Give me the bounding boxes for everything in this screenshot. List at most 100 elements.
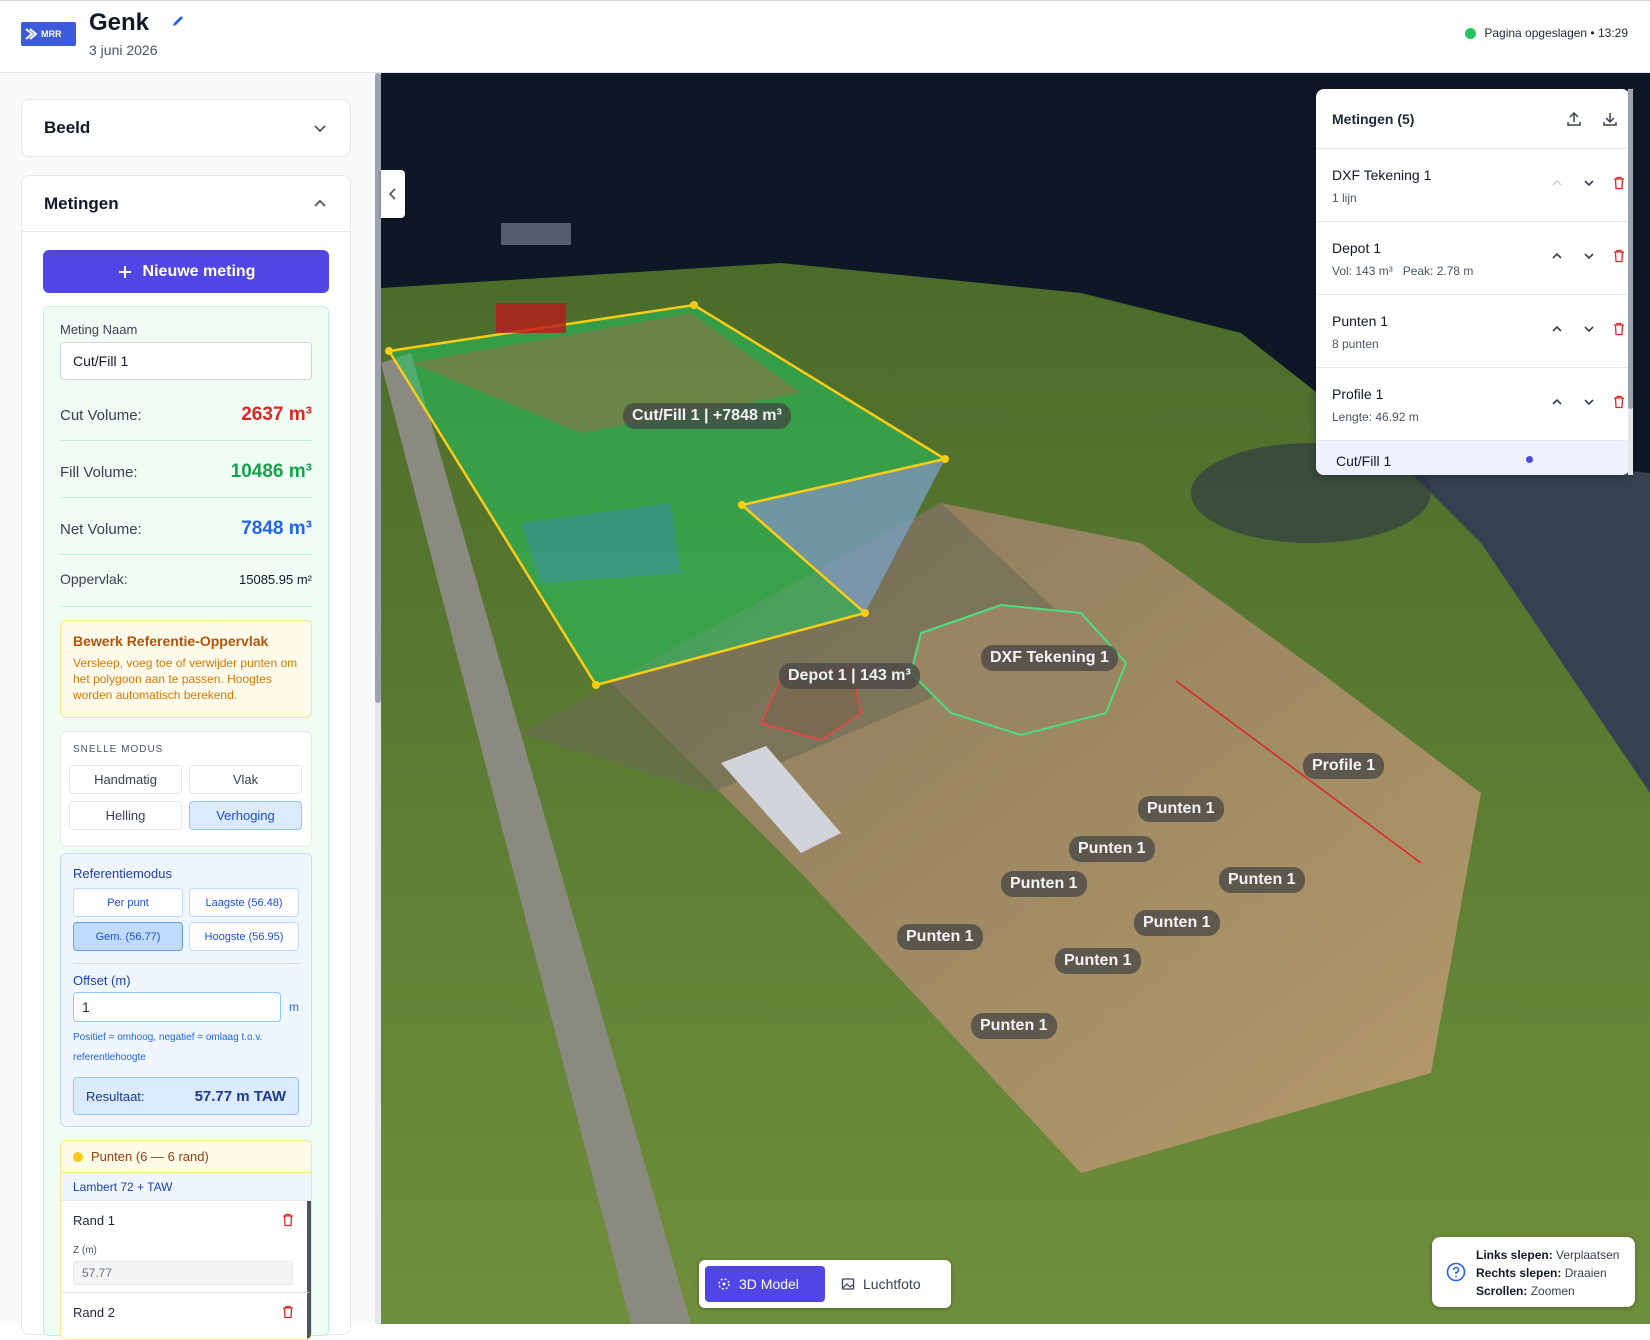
quick-mode-title: SNELLE MODUS bbox=[73, 744, 164, 755]
panel-scroll-thumb[interactable] bbox=[1628, 89, 1633, 409]
ref-lowest-button[interactable]: Laagste (56.48) bbox=[189, 888, 299, 917]
help-key: Links slepen: bbox=[1476, 1248, 1553, 1262]
net-value: 7848 m³ bbox=[241, 518, 312, 539]
punten-map-label[interactable]: Punten 1 bbox=[897, 924, 983, 950]
trash-icon[interactable] bbox=[1612, 176, 1626, 190]
help-key: Rechts slepen: bbox=[1476, 1266, 1562, 1280]
punten-map-label[interactable]: Punten 1 bbox=[1138, 796, 1224, 822]
metingen-title: Metingen bbox=[44, 193, 119, 213]
edit-title-icon[interactable] bbox=[171, 14, 185, 33]
new-measurement-button[interactable]: Nieuwe meting bbox=[43, 250, 329, 293]
reference-mode-title: Referentiemodus bbox=[73, 866, 172, 881]
trash-icon[interactable] bbox=[1612, 322, 1626, 336]
measurement-name: DXF Tekening 1 bbox=[1332, 167, 1432, 183]
trash-icon[interactable] bbox=[1612, 249, 1626, 263]
measurement-name: Depot 1 bbox=[1332, 240, 1382, 256]
status-dot-icon bbox=[1465, 27, 1477, 39]
point-name: Rand 1 bbox=[73, 1213, 115, 1228]
notice-title: Bewerk Referentie-Oppervlak bbox=[73, 633, 269, 649]
help-left-drag: Links slepen: Verplaatsen bbox=[1476, 1248, 1619, 1262]
move-down-icon[interactable] bbox=[1582, 322, 1596, 336]
move-down-icon[interactable] bbox=[1582, 176, 1596, 190]
view-toggle: 3D Model Luchtfoto bbox=[699, 1260, 951, 1308]
mode-handmatig-button[interactable]: Handmatig bbox=[69, 765, 182, 794]
help-value: Zoomen bbox=[1530, 1284, 1575, 1298]
aerial-photo-button[interactable]: Luchtfoto bbox=[829, 1266, 945, 1302]
move-up-icon[interactable] bbox=[1550, 395, 1564, 409]
trash-icon[interactable] bbox=[281, 1305, 295, 1319]
measurement-item[interactable]: Profile 1 Lengte: 46.92 m bbox=[1316, 368, 1630, 441]
measurement-item[interactable]: Punten 1 8 punten bbox=[1316, 295, 1630, 368]
page-title: Genk bbox=[89, 9, 150, 36]
move-down-icon[interactable] bbox=[1582, 249, 1596, 263]
punten-map-label[interactable]: Punten 1 bbox=[1055, 948, 1141, 974]
punten-map-label[interactable]: Punten 1 bbox=[971, 1013, 1057, 1039]
fill-value: 10486 m³ bbox=[230, 461, 312, 482]
move-up-icon bbox=[1552, 179, 1562, 186]
divider bbox=[60, 606, 312, 607]
ref-average-button[interactable]: Gem. (56.77) bbox=[73, 922, 183, 951]
cut-label: Cut Volume: bbox=[60, 406, 142, 424]
offset-input[interactable]: 1 bbox=[73, 992, 281, 1022]
depot-map-label[interactable]: Depot 1 | 143 m³ bbox=[779, 663, 920, 689]
help-right-drag: Rechts slepen: Draaien bbox=[1476, 1266, 1607, 1280]
help-key: Scrollen: bbox=[1476, 1284, 1528, 1298]
measurement-item-selected[interactable]: Cut/Fill 1 bbox=[1316, 441, 1630, 475]
collapse-sidebar-button[interactable] bbox=[381, 170, 405, 218]
metingen-header[interactable]: Metingen bbox=[22, 176, 350, 232]
download-icon[interactable] bbox=[1602, 111, 1618, 127]
measurement-name: Cut/Fill 1 bbox=[1336, 453, 1392, 469]
move-down-icon[interactable] bbox=[1582, 395, 1596, 409]
measurement-name: Profile 1 bbox=[1332, 386, 1384, 402]
controls-help: Links slepen: Verplaatsen Rechts slepen:… bbox=[1432, 1237, 1635, 1307]
fill-volume-row: Fill Volume: 10486 m³ bbox=[60, 461, 312, 483]
chevron-down-icon[interactable] bbox=[312, 120, 328, 136]
help-value: Draaien bbox=[1564, 1266, 1607, 1280]
mode-vlak-button[interactable]: Vlak bbox=[189, 765, 302, 794]
measurement-summary: Vol: 143 m³ Peak: 2.78 m bbox=[1332, 264, 1474, 278]
point-row: Rand 2 bbox=[61, 1293, 311, 1339]
punten-map-label[interactable]: Punten 1 bbox=[1069, 836, 1155, 862]
save-status: Pagina opgeslagen • 13:29 bbox=[1465, 26, 1628, 40]
ref-per-point-button[interactable]: Per punt bbox=[73, 888, 183, 917]
punten-map-label[interactable]: Punten 1 bbox=[1001, 871, 1087, 897]
trash-icon[interactable] bbox=[1612, 395, 1626, 409]
ref-highest-button[interactable]: Hoogste (56.95) bbox=[189, 922, 299, 951]
points-header[interactable]: Punten (6 — 6 rand) bbox=[61, 1141, 311, 1173]
notice-text: Versleep, voeg toe of verwijder punten o… bbox=[73, 656, 298, 702]
name-label: Meting Naam bbox=[60, 322, 138, 337]
dxf-map-label[interactable]: DXF Tekening 1 bbox=[981, 645, 1118, 671]
mode-verhoging-button[interactable]: Verhoging bbox=[189, 801, 302, 830]
measurement-summary: 1 lijn bbox=[1332, 191, 1357, 205]
chevron-up-icon[interactable] bbox=[312, 196, 328, 212]
trash-icon[interactable] bbox=[281, 1213, 295, 1227]
punten-map-label[interactable]: Punten 1 bbox=[1134, 910, 1220, 936]
mode-helling-button[interactable]: Helling bbox=[69, 801, 182, 830]
points-crs: Lambert 72 + TAW bbox=[61, 1173, 311, 1201]
offset-help: Positief = omhoog, negatief = omlaag t.o… bbox=[73, 1032, 263, 1063]
measurement-item[interactable]: Depot 1 Vol: 143 m³ Peak: 2.78 m bbox=[1316, 222, 1630, 295]
z-input[interactable]: 57.77 bbox=[73, 1261, 293, 1285]
measurement-name-input[interactable]: Cut/Fill 1 bbox=[60, 342, 312, 380]
points-panel: Punten (6 — 6 rand) Lambert 72 + TAW Ran… bbox=[60, 1140, 312, 1340]
area-row: Oppervlak: 15085.95 m² bbox=[60, 571, 312, 587]
net-volume-row: Net Volume: 7848 m³ bbox=[60, 518, 312, 540]
move-up-icon[interactable] bbox=[1550, 322, 1564, 336]
upload-icon[interactable] bbox=[1566, 111, 1582, 127]
quick-mode-panel: SNELLE MODUS Handmatig Vlak Helling Verh… bbox=[60, 731, 312, 847]
edit-reference-notice: Bewerk Referentie-Oppervlak Versleep, vo… bbox=[60, 620, 312, 718]
profile-map-label[interactable]: Profile 1 bbox=[1303, 753, 1385, 779]
measurement-item[interactable]: DXF Tekening 1 1 lijn bbox=[1316, 149, 1630, 222]
help-scroll: Scrollen: Zoomen bbox=[1476, 1284, 1575, 1298]
measurement-summary: Lengte: 46.92 m bbox=[1332, 410, 1419, 424]
cutfill-map-label[interactable]: Cut/Fill 1 | +7848 m³ bbox=[623, 403, 791, 429]
area-label: Oppervlak: bbox=[60, 571, 128, 587]
beeld-section[interactable]: Beeld bbox=[21, 99, 351, 157]
logo-icon bbox=[25, 28, 38, 40]
move-up-icon[interactable] bbox=[1550, 249, 1564, 263]
divider bbox=[60, 554, 312, 555]
help-value: Verplaatsen bbox=[1556, 1248, 1620, 1262]
new-measurement-label: Nieuwe meting bbox=[142, 262, 256, 280]
3d-model-button[interactable]: 3D Model bbox=[705, 1266, 825, 1302]
punten-map-label[interactable]: Punten 1 bbox=[1219, 867, 1305, 893]
